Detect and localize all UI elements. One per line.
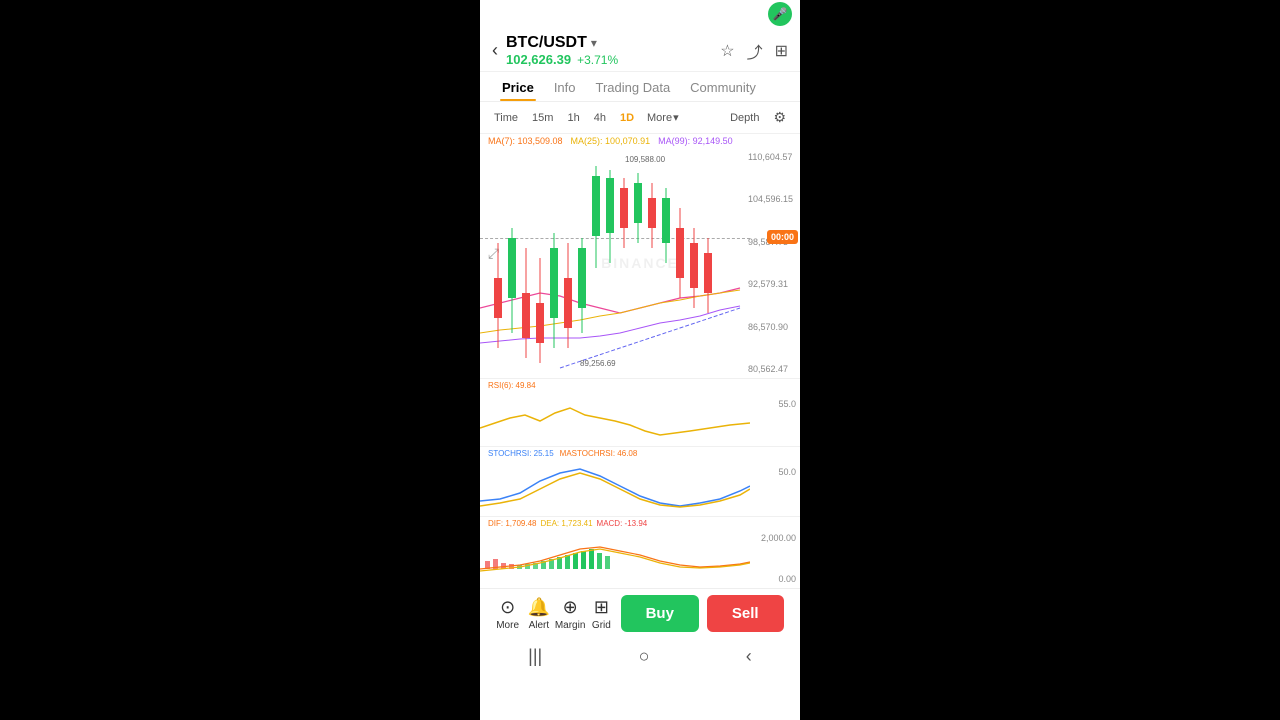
more-nav-label: More — [496, 620, 519, 631]
tab-info[interactable]: Info — [544, 72, 586, 101]
toolbar-depth[interactable]: Depth — [724, 109, 765, 127]
pair-dropdown-icon[interactable]: ▾ — [591, 36, 597, 50]
mic-icon: 🎤 — [768, 2, 792, 26]
price-label-p1: 104,596.15 — [748, 194, 798, 204]
pair-info: BTC/USDT ▾ 102,626.39 +3.71% — [506, 34, 712, 67]
rsi-label: RSI(6): 49.84 — [480, 379, 800, 392]
pair-title: BTC/USDT ▾ — [506, 34, 712, 52]
pair-change: +3.71% — [577, 53, 618, 67]
sell-button[interactable]: Sell — [707, 595, 785, 632]
grid-nav-icon: ⊞ — [594, 597, 609, 618]
macd-labels: DIF: 1,709.48 DEA: 1,723.41 MACD: -13.94 — [480, 517, 800, 530]
toolbar-1h[interactable]: 1h — [561, 109, 585, 127]
margin-label: Margin — [555, 620, 586, 631]
grid-label: Grid — [592, 620, 611, 631]
grid-view-icon[interactable]: ⊞ — [775, 41, 788, 61]
rsi-chart — [480, 393, 750, 445]
toolbar-1d[interactable]: 1D — [614, 109, 640, 127]
alert-label: Alert — [529, 620, 550, 631]
tab-community[interactable]: Community — [680, 72, 766, 101]
bottom-nav-more[interactable]: ⊙ More — [492, 597, 523, 631]
price-label-high: 110,604.57 — [748, 152, 798, 162]
macd-dif-label: DIF: 1,709.48 — [488, 519, 536, 528]
phone-home-button[interactable]: ○ — [639, 646, 650, 667]
toolbar-more[interactable]: More▾ — [642, 108, 684, 127]
rsi-section: RSI(6): 49.84 55.0 — [480, 378, 800, 446]
svg-text:89,256.69: 89,256.69 — [580, 359, 616, 368]
macd-value-label: MACD: -13.94 — [597, 519, 648, 528]
stoch-label1: STOCHRSI: 25.15 — [488, 449, 554, 458]
macd-dea-label: DEA: 1,723.41 — [540, 519, 592, 528]
pair-price-row: 102,626.39 +3.71% — [506, 52, 712, 67]
ma25-label: MA(25): 100,070.91 — [571, 136, 651, 146]
ma7-label: MA(7): 103,509.08 — [488, 136, 563, 146]
svg-text:109,588.00: 109,588.00 — [625, 155, 666, 164]
chart-toolbar: Time 15m 1h 4h 1D More▾ Depth ⚙ — [480, 102, 800, 134]
main-chart[interactable]: BINANCE ⤢ 110,604.57 104,596.15 98,587.7… — [480, 148, 800, 378]
header-icons: ☆ ⤴ ⊞ — [720, 39, 788, 63]
share-icon[interactable]: ⤴ — [747, 39, 763, 63]
stoch-labels: STOCHRSI: 25.15 MASTOCHRSI: 46.08 — [480, 447, 800, 460]
price-scale: 110,604.57 104,596.15 98,587.73 92,579.3… — [748, 148, 798, 378]
tab-trading-data[interactable]: Trading Data — [586, 72, 681, 101]
margin-icon: ⊕ — [563, 597, 578, 618]
bottom-nav: ⊙ More 🔔 Alert ⊕ Margin ⊞ Grid Buy Sell — [480, 588, 800, 640]
toolbar-time[interactable]: Time — [488, 109, 524, 127]
phone-back-button[interactable]: ‹ — [746, 646, 752, 667]
alert-icon: 🔔 — [528, 597, 550, 618]
macd-section: DIF: 1,709.48 DEA: 1,723.41 MACD: -13.94 — [480, 516, 800, 588]
stoch-label2: MASTOCHRSI: 46.08 — [560, 449, 638, 458]
price-label-p5: 80,562.47 — [748, 364, 798, 374]
phone-home-bar: ||| ○ ‹ — [480, 640, 800, 677]
stoch-chart — [480, 461, 750, 511]
header: ‹ BTC/USDT ▾ 102,626.39 +3.71% ☆ ⤴ ⊞ — [480, 28, 800, 72]
bottom-nav-alert[interactable]: 🔔 Alert — [523, 597, 554, 631]
back-button[interactable]: ‹ — [492, 40, 498, 61]
tab-price[interactable]: Price — [492, 72, 544, 101]
pair-price: 102,626.39 — [506, 52, 571, 67]
price-label-p3: 92,579.31 — [748, 279, 798, 289]
phone-screen: 🎤 ‹ BTC/USDT ▾ 102,626.39 +3.71% ☆ ⤴ ⊞ P… — [480, 0, 800, 720]
rsi-scale: 55.0 — [778, 399, 796, 409]
status-bar: 🎤 — [480, 0, 800, 28]
cursor-price-badge: 00:00 — [767, 230, 798, 244]
phone-menu-button[interactable]: ||| — [528, 646, 542, 667]
bottom-nav-margin[interactable]: ⊕ Margin — [555, 597, 586, 631]
toolbar-4h[interactable]: 4h — [588, 109, 612, 127]
stoch-section: STOCHRSI: 25.15 MASTOCHRSI: 46.08 50.0 — [480, 446, 800, 516]
price-label-p4: 86,570.90 — [748, 322, 798, 332]
pair-name: BTC/USDT — [506, 34, 587, 52]
toolbar-15m[interactable]: 15m — [526, 109, 559, 127]
macd-scale1: 2,000.00 — [761, 533, 796, 543]
favorite-icon[interactable]: ☆ — [720, 41, 734, 61]
toolbar-settings-icon[interactable]: ⚙ — [767, 106, 792, 129]
macd-scale2: 0.00 — [778, 574, 796, 584]
macd-chart — [480, 531, 750, 583]
ma99-label: MA(99): 92,149.50 — [658, 136, 733, 146]
stoch-scale: 50.0 — [778, 467, 796, 477]
bottom-nav-grid[interactable]: ⊞ Grid — [586, 597, 617, 631]
more-nav-icon: ⊙ — [500, 597, 515, 618]
nav-tabs: Price Info Trading Data Community — [480, 72, 800, 102]
buy-button[interactable]: Buy — [621, 595, 699, 632]
ma-bar: MA(7): 103,509.08 MA(25): 100,070.91 MA(… — [480, 134, 800, 148]
candlestick-svg: 109,588.00 — [480, 148, 750, 378]
